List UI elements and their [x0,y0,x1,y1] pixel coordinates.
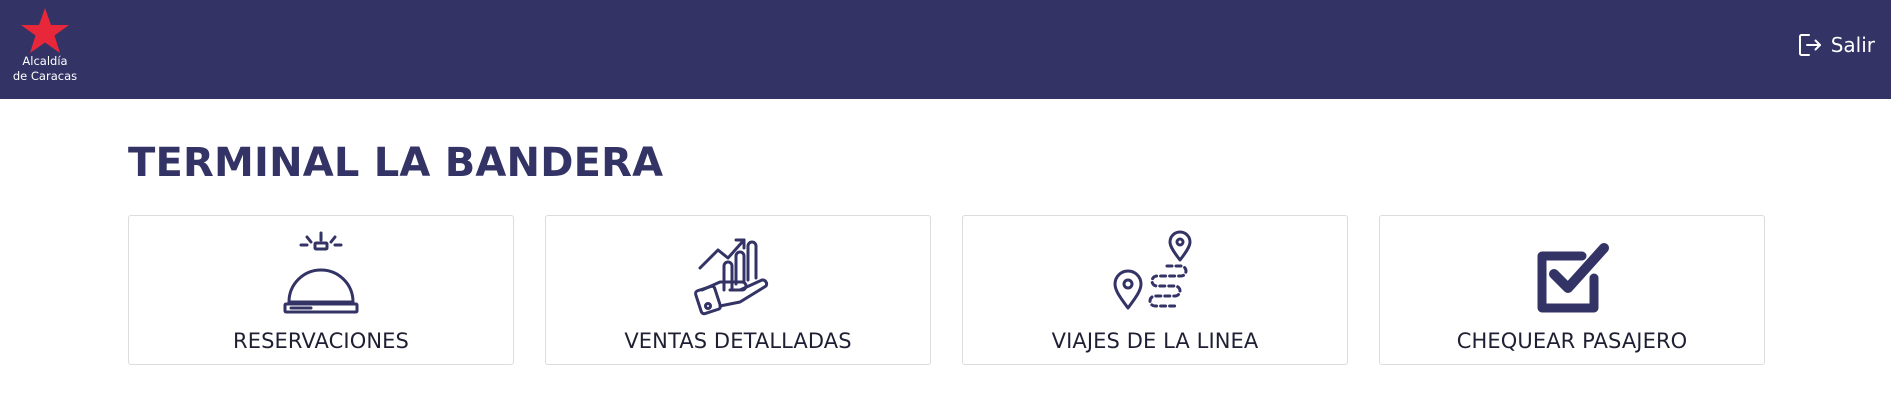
service-bell-icon [273,230,369,320]
ventas-detalladas-card[interactable]: VENTAS DETALLADAS [545,215,931,365]
logout-label: Salir [1830,33,1875,57]
chequear-pasajero-label: CHEQUEAR PASAJERO [1456,329,1688,353]
reservaciones-card[interactable]: RESERVACIONES [128,215,514,365]
reservaciones-label: RESERVACIONES [233,329,409,353]
logout-button[interactable]: Salir [1797,32,1875,58]
viajes-de-la-linea-label: VIAJES DE LA LINEA [1051,329,1259,353]
viajes-de-la-linea-card[interactable]: VIAJES DE LA LINEA [962,215,1348,365]
ventas-detalladas-label: VENTAS DETALLADAS [624,329,852,353]
menu-cards: RESERVACIONES VENTAS DETALLADAS VIAJES D… [128,215,1770,367]
top-navbar: Alcaldía de Caracas Salir [0,0,1891,99]
alcaldia-logo[interactable]: Alcaldía de Caracas [10,6,80,90]
logo-text: Alcaldía de Caracas [10,54,80,84]
checkbox-check-icon [1524,230,1620,320]
route-map-icon [1107,230,1203,320]
chequear-pasajero-card[interactable]: CHEQUEAR PASAJERO [1379,215,1765,365]
logo-line1: Alcaldía [22,54,68,68]
logout-icon [1798,34,1821,56]
logo-line2: de Caracas [12,69,78,83]
red-star-icon [21,8,69,53]
page-title: TERMINAL LA BANDERA [128,140,664,186]
sales-growth-icon [690,230,786,320]
